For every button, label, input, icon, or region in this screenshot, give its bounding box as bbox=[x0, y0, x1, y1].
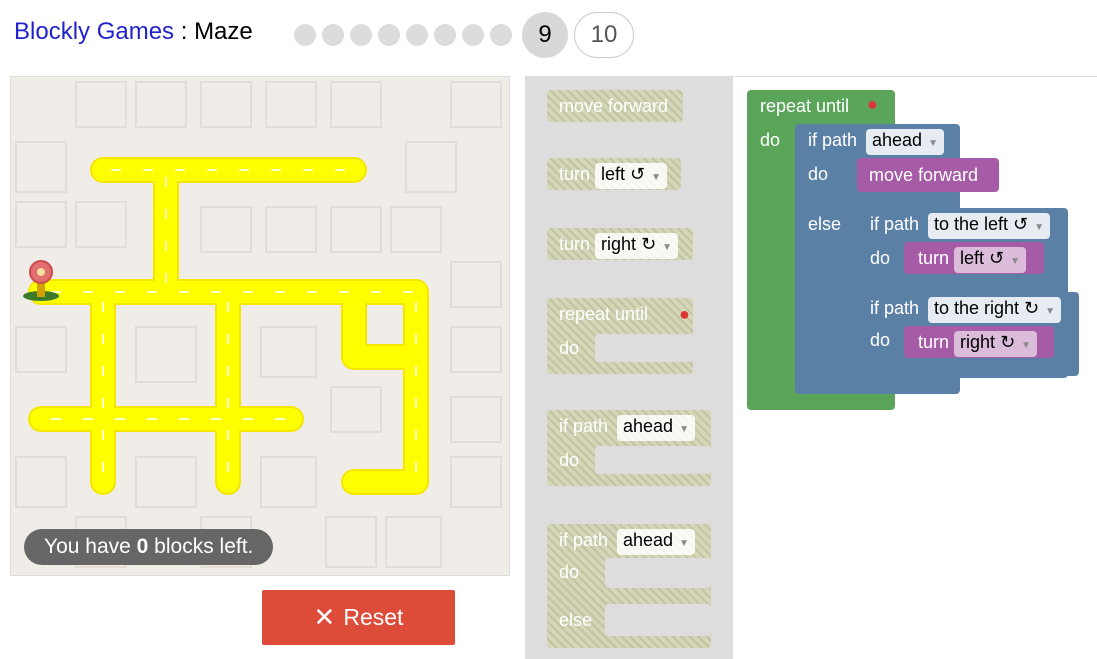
level-dot[interactable] bbox=[490, 24, 512, 46]
block-label: if path bbox=[870, 298, 920, 318]
game-name: Maze bbox=[194, 18, 253, 45]
reset-label: Reset bbox=[343, 604, 404, 630]
block-label: if path bbox=[559, 416, 609, 436]
toolbox-if-else-block[interactable]: if path ahead ▼ do else bbox=[547, 524, 711, 648]
toolbox-turn-right-block[interactable]: turn right ↻ ▼ bbox=[547, 228, 693, 260]
direction-dropdown[interactable]: left ↺ ▼ bbox=[595, 163, 668, 189]
do-label: do bbox=[760, 130, 781, 150]
capacity-bubble: You have 0 blocks left. bbox=[24, 529, 274, 565]
capacity-count: 0 bbox=[136, 535, 149, 558]
dropdown-arrow-icon: ▼ bbox=[1021, 340, 1032, 351]
do-label: do bbox=[870, 330, 891, 350]
dropdown-arrow-icon: ▼ bbox=[679, 424, 689, 435]
dropdown-arrow-icon: ▼ bbox=[679, 538, 689, 549]
dropdown-arrow-icon: ▼ bbox=[1045, 306, 1056, 317]
do-label: do bbox=[559, 562, 580, 582]
level-dot[interactable] bbox=[378, 24, 400, 46]
turn-left-block[interactable]: turn left ↺ ▼ bbox=[904, 242, 1044, 274]
current-level[interactable]: 9 bbox=[522, 12, 568, 58]
direction-dropdown[interactable]: left ↺ ▼ bbox=[954, 247, 1027, 273]
do-label: do bbox=[870, 248, 891, 268]
dropdown-arrow-icon: ▼ bbox=[1010, 256, 1021, 267]
do-label: do bbox=[808, 164, 829, 184]
level-dot[interactable] bbox=[350, 24, 372, 46]
level-dot[interactable] bbox=[434, 24, 456, 46]
toolbox-flyout: move forward turn left ↺ ▼ turn right ↻ ▼ … bbox=[525, 76, 733, 659]
toolbox-turn-left-block[interactable]: turn left ↺ ▼ bbox=[547, 158, 681, 190]
block-label: turn bbox=[559, 234, 591, 254]
dropdown-arrow-icon: ▼ bbox=[662, 242, 673, 253]
dropdown-arrow-icon: ▼ bbox=[1034, 222, 1045, 233]
pin-icon: ● bbox=[867, 94, 878, 114]
level-dot[interactable] bbox=[406, 24, 428, 46]
block-label: turn bbox=[918, 332, 950, 352]
path-dropdown[interactable]: to the left ↺ ▼ bbox=[928, 213, 1051, 239]
capacity-suffix: blocks left. bbox=[148, 535, 254, 558]
page-title: Blockly Games : Maze bbox=[14, 18, 253, 46]
block-label: if path bbox=[559, 530, 609, 550]
level-selector: 9 10 bbox=[294, 12, 634, 58]
else-label: else bbox=[559, 610, 593, 630]
dropdown-arrow-icon: ▼ bbox=[651, 172, 662, 183]
toolbox-move-forward-block[interactable]: move forward bbox=[547, 90, 683, 122]
block-label: repeat until bbox=[760, 96, 850, 116]
workspace-divider bbox=[733, 76, 1097, 77]
move-forward-block[interactable]: move forward bbox=[857, 158, 999, 192]
next-level[interactable]: 10 bbox=[574, 12, 634, 58]
direction-dropdown[interactable]: right ↻ ▼ bbox=[954, 331, 1038, 357]
toolbox-if-path-block[interactable]: if path ahead ▼ do bbox=[547, 410, 711, 486]
path-dropdown[interactable]: ahead ▼ bbox=[866, 129, 944, 155]
block-label: turn bbox=[918, 248, 950, 268]
direction-dropdown[interactable]: right ↻ ▼ bbox=[595, 233, 679, 259]
pin-icon: ● bbox=[679, 304, 690, 324]
maze-board bbox=[10, 76, 510, 576]
close-icon: ✕ bbox=[313, 602, 336, 632]
capacity-prefix: You have bbox=[44, 535, 137, 558]
block-label: move forward bbox=[869, 165, 979, 185]
title-separator: : bbox=[174, 18, 195, 45]
block-label: move forward bbox=[559, 96, 669, 116]
level-dot[interactable] bbox=[462, 24, 484, 46]
app-link[interactable]: Blockly Games bbox=[14, 18, 174, 45]
do-label: do bbox=[559, 338, 580, 358]
level-dot[interactable] bbox=[294, 24, 316, 46]
maze-svg bbox=[15, 81, 502, 568]
dropdown-arrow-icon: ▼ bbox=[928, 138, 938, 149]
path-dropdown[interactable]: ahead ▼ bbox=[617, 415, 695, 441]
do-label: do bbox=[559, 450, 580, 470]
toolbox-repeat-until-block[interactable]: repeat until ● do bbox=[547, 298, 693, 374]
else-label: else bbox=[808, 214, 842, 234]
block-label: if path bbox=[808, 130, 858, 150]
block-label: if path bbox=[870, 214, 920, 234]
reset-button[interactable]: ✕ Reset bbox=[262, 590, 455, 645]
path-dropdown[interactable]: to the right ↻ ▼ bbox=[928, 297, 1062, 323]
turn-right-block[interactable]: turn right ↻ ▼ bbox=[904, 326, 1054, 358]
level-dot[interactable] bbox=[322, 24, 344, 46]
block-label: repeat until bbox=[559, 304, 649, 324]
path-dropdown[interactable]: ahead ▼ bbox=[617, 529, 695, 555]
block-label: turn bbox=[559, 164, 591, 184]
